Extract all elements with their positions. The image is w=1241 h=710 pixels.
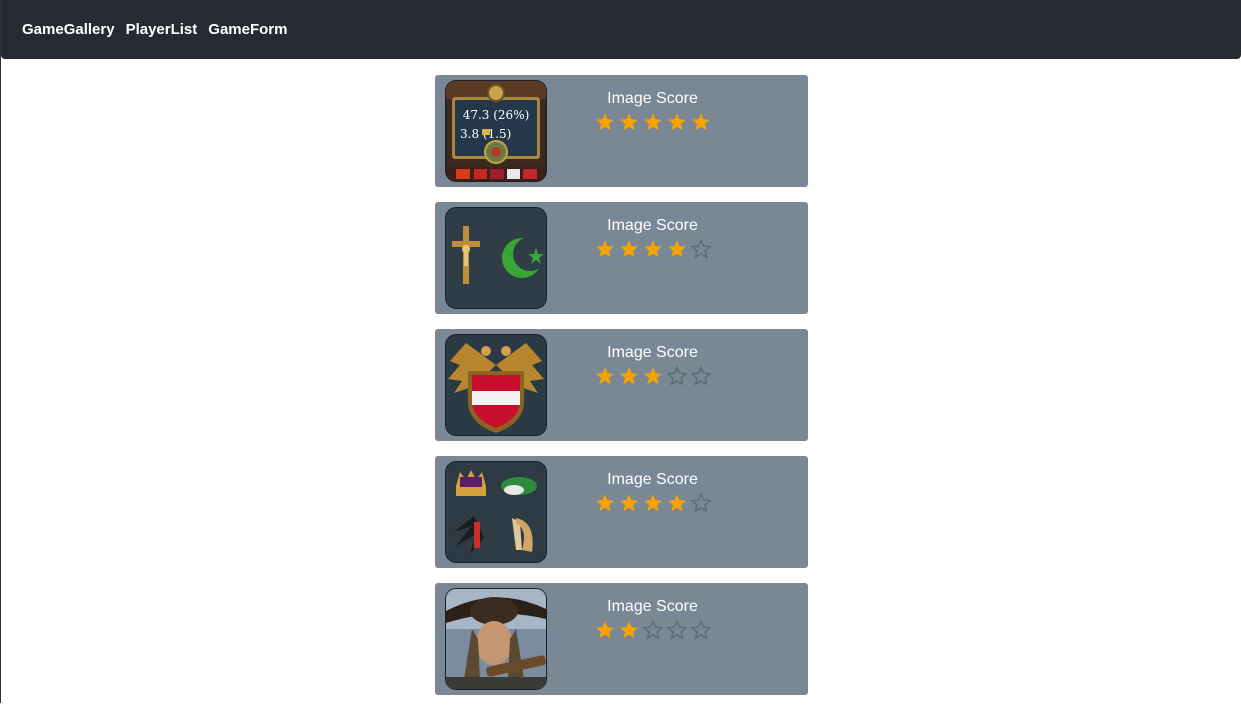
nav-link-playerlist[interactable]: PlayerList — [126, 21, 198, 38]
star-rating[interactable] — [590, 111, 715, 133]
star-rating[interactable] — [590, 492, 715, 514]
image-score: Image Score — [590, 343, 715, 387]
image-score: Image Score — [590, 470, 715, 514]
top-navbar: GameGallery PlayerList GameForm — [1, 0, 1241, 59]
nav-link-gameform[interactable]: GameForm — [208, 21, 287, 38]
gallery-card: Image Score — [435, 329, 808, 441]
star-filled-icon[interactable] — [642, 365, 664, 387]
crown-feathers-harp-icon[interactable] — [446, 462, 546, 562]
star-filled-icon[interactable] — [594, 619, 616, 641]
gallery-card: Image Score — [435, 456, 808, 568]
image-score: Image Score — [590, 89, 715, 133]
star-filled-icon[interactable] — [618, 238, 640, 260]
nav-link-gamegallery[interactable]: GameGallery — [22, 21, 115, 38]
star-filled-icon[interactable] — [666, 111, 688, 133]
gallery-card: Image Score — [435, 202, 808, 314]
score-label: Image Score — [607, 471, 698, 488]
star-filled-icon[interactable] — [618, 365, 640, 387]
star-rating[interactable] — [590, 365, 715, 387]
star-filled-icon[interactable] — [642, 238, 664, 260]
image-gallery: 47.3 (26%) 3.8 (1.5) Image Score Image S… — [435, 75, 808, 710]
cross-and-crescent-icon[interactable] — [446, 208, 546, 308]
star-filled-icon[interactable] — [642, 492, 664, 514]
image-score: Image Score — [590, 216, 715, 260]
star-filled-icon[interactable] — [642, 111, 664, 133]
star-filled-icon[interactable] — [690, 111, 712, 133]
star-empty-icon[interactable] — [689, 619, 712, 641]
musketeer-portrait[interactable] — [446, 589, 546, 689]
star-empty-icon[interactable] — [665, 619, 688, 641]
image-score: Image Score — [590, 597, 715, 641]
score-label: Image Score — [607, 217, 698, 234]
score-label: Image Score — [607, 90, 698, 107]
star-empty-icon[interactable] — [665, 365, 688, 387]
star-filled-icon[interactable] — [666, 492, 688, 514]
star-filled-icon[interactable] — [594, 492, 616, 514]
star-empty-icon[interactable] — [689, 492, 712, 514]
panel-line-1: 47.3 (26%) — [463, 108, 530, 122]
star-filled-icon[interactable] — [618, 111, 640, 133]
star-empty-icon[interactable] — [641, 619, 664, 641]
star-filled-icon[interactable] — [618, 492, 640, 514]
star-filled-icon[interactable] — [594, 111, 616, 133]
star-filled-icon[interactable] — [594, 238, 616, 260]
gallery-card: 47.3 (26%) 3.8 (1.5) Image Score — [435, 75, 808, 187]
statistics-panel-icon[interactable]: 47.3 (26%) 3.8 (1.5) — [446, 81, 546, 181]
star-empty-icon[interactable] — [689, 238, 712, 260]
score-label: Image Score — [607, 344, 698, 361]
star-filled-icon[interactable] — [666, 238, 688, 260]
star-filled-icon[interactable] — [594, 365, 616, 387]
star-rating[interactable] — [590, 619, 715, 641]
star-filled-icon[interactable] — [618, 619, 640, 641]
score-label: Image Score — [607, 598, 698, 615]
gallery-card: Image Score — [435, 583, 808, 695]
star-rating[interactable] — [590, 238, 715, 260]
double-eagle-shield-icon[interactable] — [446, 335, 546, 435]
star-empty-icon[interactable] — [689, 365, 712, 387]
